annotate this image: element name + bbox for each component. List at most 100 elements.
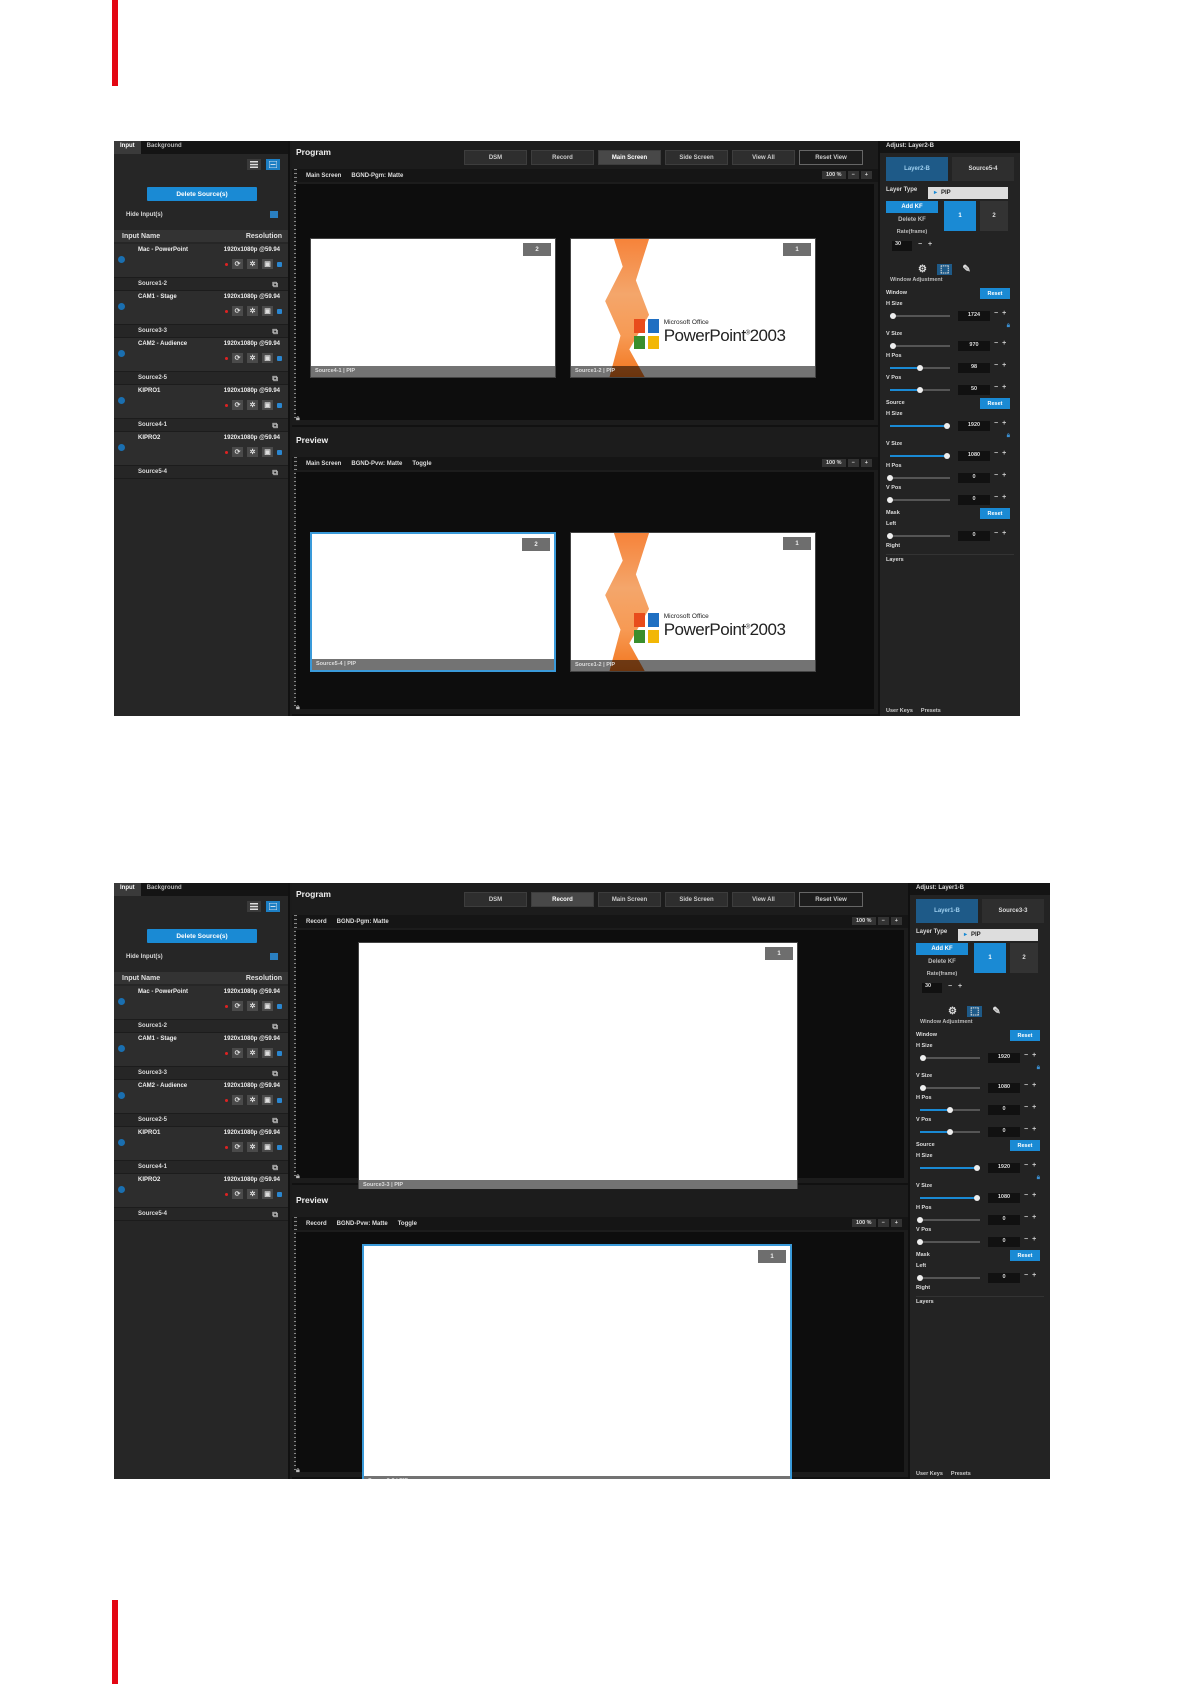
settings-icon[interactable]: ✲ [247, 259, 258, 269]
keyframe-1[interactable]: 1 [974, 943, 1006, 973]
screen-button-side-screen[interactable]: Side Screen [665, 150, 728, 165]
slider[interactable] [890, 313, 950, 319]
zoom-level[interactable]: 100 % [821, 459, 846, 467]
value-input[interactable]: 1920 [988, 1163, 1020, 1173]
detail-view-icon[interactable] [266, 159, 280, 170]
preview-canvas[interactable]: 2 Source5-4 | PIP Microsoft Office PowerPoi… [296, 472, 874, 709]
value-input[interactable]: 1080 [988, 1083, 1020, 1093]
preview-window[interactable]: 1 Source3-3 | PIP [362, 1244, 792, 1479]
rate-decrease-icon[interactable]: − [918, 241, 922, 248]
source-row[interactable]: Source5-4 ⧉ [114, 466, 288, 479]
preview-toolbar-item[interactable]: BGND-Pvw: Matte [351, 461, 402, 467]
reset-button[interactable]: Reset [1010, 1030, 1040, 1041]
rate-decrease-icon[interactable]: − [948, 983, 952, 990]
value-input[interactable]: 0 [958, 473, 990, 483]
program-canvas[interactable]: 2 Source4-1 | PIP Microsoft Office PowerPoi… [296, 184, 874, 420]
delete-keyframe-button[interactable]: Delete KF [886, 217, 938, 227]
value-input[interactable]: 970 [958, 341, 990, 351]
slider-handle[interactable] [890, 313, 896, 319]
delete-sources-button[interactable]: Delete Source(s) [147, 929, 257, 943]
stepper-icons[interactable]: −+ [994, 362, 1010, 369]
refresh-icon[interactable]: ⟳ [232, 1048, 243, 1058]
slider-handle[interactable] [917, 1217, 923, 1223]
screen-button-dsm[interactable]: DSM [464, 892, 527, 907]
slider-handle[interactable] [920, 1055, 926, 1061]
slider[interactable] [917, 1217, 980, 1223]
delete-sources-button[interactable]: Delete Source(s) [147, 187, 257, 201]
hide-inputs-checkbox[interactable] [270, 211, 278, 218]
select-indicator-icon[interactable] [277, 1097, 282, 1103]
rate-increase-icon[interactable]: + [928, 241, 932, 248]
select-indicator-icon[interactable] [277, 449, 282, 455]
input-row[interactable]: CAM2 - Audience 1920x1080p @59.94 ⟳ ✲ ▣ [114, 338, 288, 372]
value-input[interactable]: 0 [958, 495, 990, 505]
adjust-tab[interactable]: Source3-3 [982, 899, 1044, 923]
settings-icon[interactable]: ✲ [247, 447, 258, 457]
input-row[interactable]: KIPRO2 1920x1080p @59.94 ⟳ ✲ ▣ [114, 1174, 288, 1208]
refresh-icon[interactable]: ⟳ [232, 1142, 243, 1152]
detail-view-icon[interactable] [266, 901, 280, 912]
list-view-icon[interactable] [247, 159, 261, 170]
camera-icon[interactable]: ▣ [262, 1142, 273, 1152]
refresh-icon[interactable]: ⟳ [232, 353, 243, 363]
screen-button-view-all[interactable]: View All [732, 892, 795, 907]
stepper-icons[interactable]: −+ [994, 420, 1010, 427]
add-keyframe-button[interactable]: Add KF [886, 201, 938, 213]
slider-handle[interactable] [917, 365, 923, 371]
keyframe-1[interactable]: 1 [944, 201, 976, 231]
screen-button-record[interactable]: Record [531, 150, 594, 165]
slider-handle[interactable] [974, 1195, 980, 1201]
select-indicator-icon[interactable] [277, 308, 282, 314]
adjust-tab[interactable]: Layer1-B [916, 899, 978, 923]
aspect-lock-icon[interactable]: 🔒︎ [912, 1175, 1040, 1183]
source-row[interactable]: Source4-1 ⧉ [114, 1161, 288, 1174]
screen-button-main-screen[interactable]: Main Screen [598, 150, 661, 165]
settings-icon[interactable]: ✲ [247, 1189, 258, 1199]
refresh-icon[interactable]: ⟳ [232, 1001, 243, 1011]
camera-icon[interactable]: ▣ [262, 1048, 273, 1058]
value-input[interactable]: 1920 [988, 1053, 1020, 1063]
crop-frame-icon[interactable]: ⬚ [966, 1006, 983, 1017]
input-row[interactable]: KIPRO1 1920x1080p @59.94 ⟳ ✲ ▣ [114, 385, 288, 419]
camera-icon[interactable]: ▣ [262, 400, 273, 410]
slider[interactable] [890, 453, 950, 459]
select-indicator-icon[interactable] [277, 1191, 282, 1197]
slider-handle[interactable] [887, 533, 893, 539]
value-input[interactable]: 0 [988, 1215, 1020, 1225]
slider-handle[interactable] [890, 343, 896, 349]
source-row[interactable]: Source2-5 ⧉ [114, 1114, 288, 1127]
input-row[interactable]: KIPRO1 1920x1080p @59.94 ⟳ ✲ ▣ [114, 1127, 288, 1161]
zoom-out-icon[interactable]: − [847, 459, 859, 467]
stepper-icons[interactable]: −+ [1024, 1052, 1040, 1059]
settings-icon[interactable]: ✲ [247, 1142, 258, 1152]
select-indicator-icon[interactable] [277, 1003, 282, 1009]
preview-toolbar-item[interactable]: Toggle [398, 1221, 417, 1227]
source-row[interactable]: Source5-4 ⧉ [114, 1208, 288, 1221]
zoom-level[interactable]: 100 % [851, 1219, 876, 1227]
zoom-out-icon[interactable]: − [847, 171, 859, 179]
source-row[interactable]: Source3-3 ⧉ [114, 1067, 288, 1080]
preview-window[interactable]: 2 Source5-4 | PIP [310, 532, 556, 672]
camera-icon[interactable]: ▣ [262, 447, 273, 457]
copy-icon[interactable]: ⧉ [272, 374, 278, 384]
crop-frame-icon[interactable]: ⬚ [936, 264, 953, 275]
rate-input[interactable]: 30 [892, 241, 912, 251]
refresh-icon[interactable]: ⟳ [232, 447, 243, 457]
stepper-icons[interactable]: −+ [1024, 1126, 1040, 1133]
keyframe-2[interactable]: 2 [1010, 943, 1038, 973]
stepper-icons[interactable]: −+ [1024, 1104, 1040, 1111]
layer-type-select[interactable]: ▸ PIP [958, 929, 1038, 941]
refresh-icon[interactable]: ⟳ [232, 400, 243, 410]
stepper-icons[interactable]: −+ [994, 384, 1010, 391]
copy-icon[interactable]: ⧉ [272, 468, 278, 478]
slider[interactable] [887, 475, 950, 481]
bottom-tab-presets[interactable]: Presets [921, 708, 941, 714]
adjust-tab[interactable]: Layer2-B [886, 157, 948, 181]
value-input[interactable]: 0 [988, 1105, 1020, 1115]
slider[interactable] [917, 1239, 980, 1245]
copy-icon[interactable]: ⧉ [272, 280, 278, 290]
stepper-icons[interactable]: −+ [1024, 1192, 1040, 1199]
slider[interactable] [890, 365, 950, 371]
slider-handle[interactable] [887, 475, 893, 481]
slider-handle[interactable] [944, 423, 950, 429]
